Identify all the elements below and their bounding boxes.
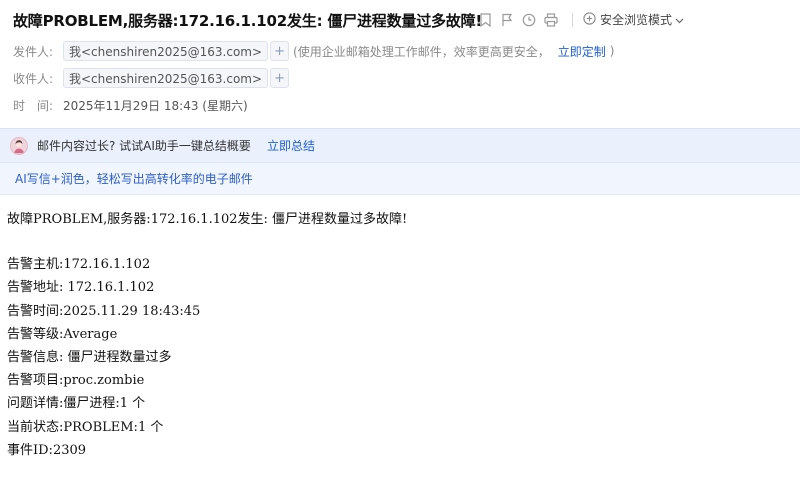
alert-info: 告警信息: 僵尸进程数量过多 [7, 349, 172, 365]
header-toolbar: 安全浏览模式 [478, 11, 684, 28]
alert-time: 告警时间:2025.11.29 18:43:45 [7, 303, 201, 319]
print-icon[interactable] [544, 12, 558, 28]
time-label: 时 间: [13, 99, 54, 113]
safe-browse-toggle[interactable]: 安全浏览模式 [583, 11, 684, 28]
email-header: 故障PROBLEM,服务器:172.16.1.102发生: 僵尸进程数量过多故障… [0, 0, 800, 128]
sent-time: 2025年11月29日 18:43 (星期六) [63, 99, 248, 113]
safe-mode-label: 安全浏览模式 [600, 13, 673, 27]
summary-prompt-text: 邮件内容过长? 试试AI助手一键总结概要 [37, 139, 251, 153]
ai-assistant-avatar [10, 136, 28, 155]
enterprise-mail-hint-close: ) [609, 44, 615, 58]
alert-host: 告警主机:172.16.1.102 [7, 257, 151, 273]
ai-summary-banner: 邮件内容过长? 试试AI助手一键总结概要 立即总结 [0, 128, 800, 162]
body-title: 故障PROBLEM,服务器:172.16.1.102发生: 僵尸进程数量过多故障… [7, 212, 408, 227]
email-subject: 故障PROBLEM,服务器:172.16.1.102发生: 僵尸进程数量过多故障… [13, 12, 483, 30]
to-label: 收件人: [13, 71, 54, 86]
enterprise-mail-hint: (使用企业邮箱处理工作邮件，效率更高更安全， [293, 44, 550, 59]
add-recipient-contact-button[interactable]: + [270, 68, 290, 88]
ai-write-link[interactable]: AI写信+润色，轻松写出高转化率的电子邮件 [15, 170, 253, 187]
event-id: 事件ID:2309 [7, 442, 87, 458]
summarize-now-link[interactable]: 立即总结 [267, 137, 315, 154]
current-status: 当前状态:PROBLEM:1 个 [7, 419, 164, 435]
sender-chip[interactable]: 我<chenshiren2025@163.com> [63, 41, 269, 61]
alert-address: 告警地址: 172.16.1.102 [7, 280, 155, 296]
clock-icon[interactable] [522, 12, 536, 28]
problem-detail: 问题详情:僵尸进程:1 个 [7, 396, 146, 412]
time-row: 时 间: 2025年11月29日 18:43 (星期六) [13, 97, 248, 114]
email-body: 故障PROBLEM,服务器:172.16.1.102发生: 僵尸进程数量过多故障… [7, 208, 407, 462]
toolbar-divider [572, 12, 573, 27]
ai-write-banner[interactable]: AI写信+润色，轻松写出高转化率的电子邮件 [0, 162, 800, 195]
alert-item: 告警项目:proc.zombie [7, 373, 145, 389]
add-sender-contact-button[interactable]: + [270, 41, 290, 61]
to-row: 收件人: 我<chenshiren2025@163.com> + [13, 68, 290, 88]
shield-plus-icon [583, 11, 596, 28]
recipient-chip[interactable]: 我<chenshiren2025@163.com> [63, 68, 269, 88]
flag-icon[interactable] [500, 12, 514, 28]
subject-row: 故障PROBLEM,服务器:172.16.1.102发生: 僵尸进程数量过多故障… [13, 10, 482, 31]
from-row: 发件人: 我<chenshiren2025@163.com> + (使用企业邮箱… [13, 41, 614, 61]
bookmark-icon[interactable] [478, 12, 492, 28]
alert-level: 告警等级:Average [7, 326, 118, 342]
chevron-down-icon [675, 13, 684, 27]
from-label: 发件人: [13, 44, 54, 59]
customize-now-link[interactable]: 立即定制 [558, 43, 606, 60]
